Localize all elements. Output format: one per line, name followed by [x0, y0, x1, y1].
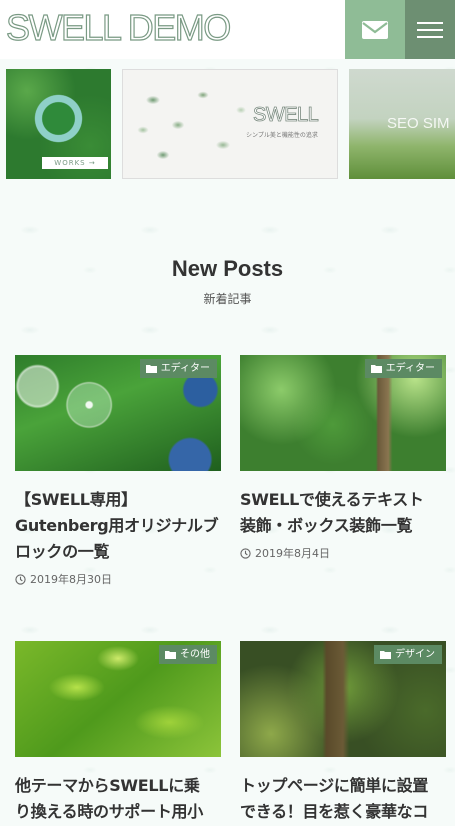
post-thumbnail[interactable]: エディター: [15, 355, 221, 471]
category-badge: デザイン: [374, 645, 442, 664]
mail-icon: [362, 20, 388, 39]
category-badge: その他: [159, 645, 217, 664]
slide-swell[interactable]: SWELL シンプル美と機能性の追求: [122, 69, 338, 179]
post-title-line: SWELLで使えるテキスト: [240, 490, 424, 509]
site-header: SWELL DEMO: [0, 0, 455, 59]
slide-tagline: シンプル美と機能性の追求: [246, 132, 318, 139]
post-thumbnail[interactable]: デザイン: [240, 641, 446, 757]
category-label: デザイン: [395, 649, 435, 660]
folder-icon: [165, 651, 176, 659]
featured-slider[interactable]: WORKS → SWELL シンプル美と機能性の追求 SEO SIM: [0, 69, 455, 179]
post-title-line: り換える時のサポート用小: [15, 802, 203, 821]
post-title[interactable]: 他テーマからSWELLに乗 り換える時のサポート用小: [15, 773, 221, 825]
folder-icon: [380, 651, 391, 659]
post-title-line: トップページに簡単に設置: [240, 776, 429, 795]
post-title-line: 装飾・ボックス装飾一覧: [240, 516, 413, 535]
clock-icon: [15, 573, 26, 585]
folder-icon: [370, 365, 382, 373]
category-badge: エディター: [364, 359, 442, 378]
post-date-text: 2019年8月4日: [255, 547, 330, 560]
post-title-line: 他テーマからSWELLに乗: [15, 776, 200, 795]
category-badge: エディター: [139, 359, 217, 378]
post-card[interactable]: その他 他テーマからSWELLに乗 り換える時のサポート用小: [15, 641, 221, 825]
category-label: エディター: [385, 363, 435, 374]
post-card[interactable]: デザイン トップページに簡単に設置 できる！目を惹く豪華なコ: [240, 641, 446, 825]
post-card[interactable]: エディター 【SWELL専用】 Gutenberg用オリジナルブ ロックの一覧 …: [15, 355, 221, 587]
works-label: WORKS →: [42, 157, 108, 169]
slide-works[interactable]: WORKS →: [6, 69, 111, 179]
post-thumbnail[interactable]: その他: [15, 641, 221, 757]
section-subtitle: 新着記事: [203, 292, 252, 306]
slide-brand: SWELL: [253, 104, 320, 127]
post-title-line: 【SWELL専用】: [15, 490, 137, 509]
post-thumbnail[interactable]: エディター: [240, 355, 446, 471]
post-title[interactable]: SWELLで使えるテキスト 装飾・ボックス装飾一覧: [240, 487, 446, 539]
section-title: New Posts: [171, 256, 284, 281]
category-label: エディター: [160, 363, 210, 374]
post-title-line: できる！目を惹く豪華なコ: [240, 802, 429, 821]
post-date-text: 2019年8月30日: [30, 573, 112, 586]
post-title[interactable]: 【SWELL専用】 Gutenberg用オリジナルブ ロックの一覧: [15, 487, 221, 565]
post-title[interactable]: トップページに簡単に設置 できる！目を惹く豪華なコ: [240, 773, 446, 825]
contact-button[interactable]: [345, 0, 405, 59]
post-title-line: Gutenberg用オリジナルブ: [15, 516, 219, 535]
post-date: 2019年8月30日: [15, 571, 221, 587]
clock-icon: [240, 547, 251, 559]
leaves-image: [123, 70, 253, 178]
post-card[interactable]: エディター SWELLで使えるテキスト 装飾・ボックス装飾一覧 2019年8月4…: [240, 355, 446, 561]
category-label: その他: [180, 649, 210, 660]
hamburger-icon: [417, 21, 443, 38]
post-title-line: ロックの一覧: [15, 542, 110, 561]
slide-seo[interactable]: SEO SIM: [349, 69, 455, 179]
folder-icon: [145, 365, 157, 373]
post-date: 2019年8月4日: [240, 545, 446, 561]
menu-button[interactable]: [405, 0, 455, 59]
site-logo[interactable]: SWELL DEMO: [5, 5, 231, 51]
slide-seo-text: SEO SIM: [387, 115, 450, 132]
